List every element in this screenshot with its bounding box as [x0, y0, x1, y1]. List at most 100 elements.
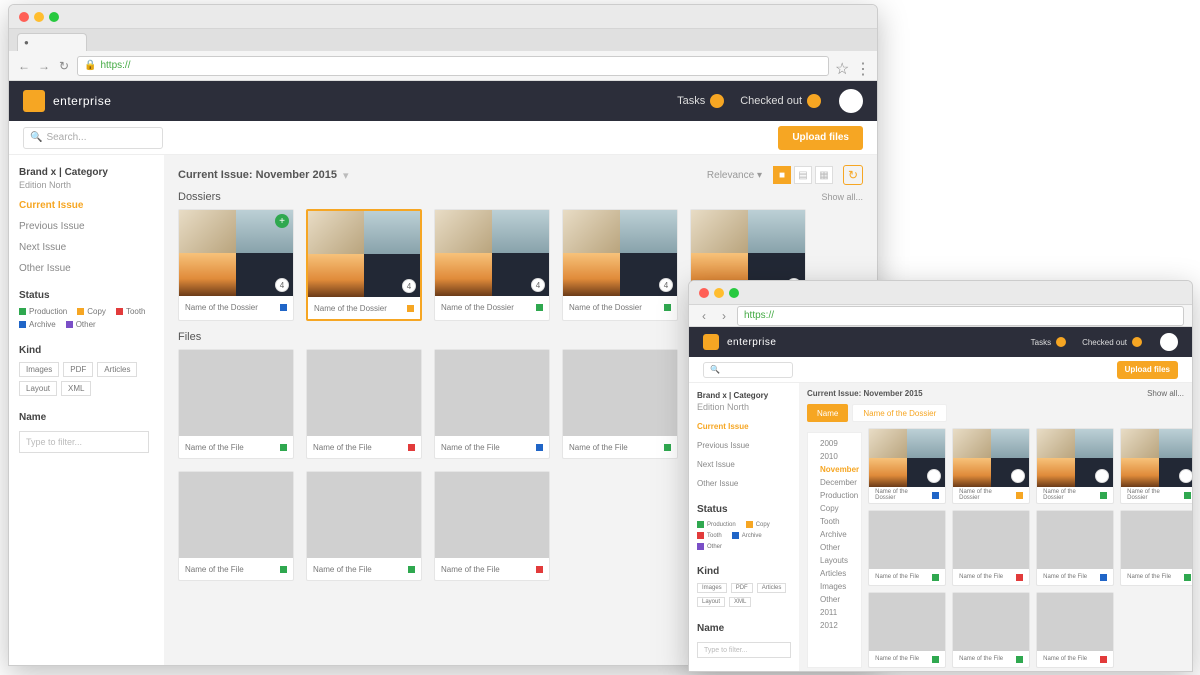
status-chip[interactable]: Other: [66, 320, 96, 329]
tree-item[interactable]: Archive: [810, 528, 859, 541]
file-card[interactable]: Name of the File: [434, 471, 550, 581]
search-input[interactable]: 🔍: [703, 362, 793, 378]
nav-tasks[interactable]: Tasks: [1031, 337, 1066, 347]
nav-forward-icon[interactable]: ›: [717, 309, 731, 323]
tree-item[interactable]: 2009: [810, 437, 859, 450]
tree-item[interactable]: December: [810, 476, 859, 489]
url-field[interactable]: https://: [737, 306, 1184, 326]
reload-icon[interactable]: ↻: [57, 59, 71, 73]
kind-chip[interactable]: XML: [61, 381, 91, 396]
sidebar-item[interactable]: Next Issue: [697, 460, 791, 469]
file-card[interactable]: Name of the File: [306, 471, 422, 581]
app-logo[interactable]: [703, 334, 719, 350]
tree-item[interactable]: Articles: [810, 567, 859, 580]
breadcrumb[interactable]: Brand x | Category: [697, 391, 791, 400]
kind-chip[interactable]: PDF: [63, 362, 93, 377]
status-chip[interactable]: Archive: [19, 320, 56, 329]
tree-item[interactable]: Images: [810, 580, 859, 593]
search-input[interactable]: 🔍 Search...: [23, 127, 163, 149]
tree-item[interactable]: Tooth: [810, 515, 859, 528]
tree-item[interactable]: Layouts: [810, 554, 859, 567]
file-card[interactable]: Name of the File: [434, 349, 550, 459]
dossier-card[interactable]: Name of the Dossier: [952, 428, 1030, 504]
tab[interactable]: Name of the Dossier: [852, 404, 947, 422]
kind-chip[interactable]: Articles: [97, 362, 137, 377]
star-icon[interactable]: ☆: [835, 59, 849, 73]
nav-checkedout[interactable]: Checked out: [740, 94, 821, 108]
upload-button[interactable]: Upload files: [1117, 361, 1178, 379]
chevron-down-icon[interactable]: ▾: [343, 169, 349, 182]
kind-chip[interactable]: Articles: [757, 583, 787, 593]
kind-chip[interactable]: Images: [697, 583, 727, 593]
view-grid-button[interactable]: ■: [773, 166, 791, 184]
tree-item[interactable]: 2012: [810, 619, 859, 632]
nav-forward-icon[interactable]: →: [37, 59, 51, 73]
sidebar-item[interactable]: Previous Issue: [19, 221, 154, 232]
filter-input[interactable]: Type to filter...: [697, 642, 791, 658]
tree-item[interactable]: Other: [810, 593, 859, 606]
url-field[interactable]: 🔒 https://: [77, 56, 829, 76]
kind-chip[interactable]: PDF: [731, 583, 753, 593]
browser-tab[interactable]: ●: [17, 33, 87, 51]
tab[interactable]: Name: [807, 404, 848, 422]
file-card[interactable]: Name of the File: [1036, 592, 1114, 668]
nav-tasks[interactable]: Tasks: [677, 94, 724, 108]
traffic-lights[interactable]: [689, 281, 749, 305]
status-chip[interactable]: Tooth: [697, 532, 722, 539]
file-card[interactable]: Name of the File: [1120, 510, 1192, 586]
dossier-card[interactable]: + 4 Name of the Dossier: [178, 209, 294, 321]
view-list-button[interactable]: ▤: [794, 166, 812, 184]
kind-chip[interactable]: Images: [19, 362, 59, 377]
dossier-card[interactable]: 4 Name of the Dossier: [562, 209, 678, 321]
tree-item[interactable]: Copy: [810, 502, 859, 515]
add-icon[interactable]: +: [275, 214, 289, 228]
tree-item[interactable]: 2011: [810, 606, 859, 619]
file-card[interactable]: Name of the File: [952, 510, 1030, 586]
file-card[interactable]: Name of the File: [1036, 510, 1114, 586]
avatar[interactable]: [1160, 333, 1178, 351]
sidebar-item[interactable]: Current Issue: [697, 422, 791, 431]
breadcrumb[interactable]: Brand x | Category: [19, 167, 154, 178]
upload-button[interactable]: Upload files: [778, 126, 863, 150]
sidebar-item[interactable]: Previous Issue: [697, 441, 791, 450]
status-chip[interactable]: Copy: [746, 521, 770, 528]
status-chip[interactable]: Copy: [77, 307, 106, 316]
file-card[interactable]: Name of the File: [562, 349, 678, 459]
sidebar-item[interactable]: Next Issue: [19, 242, 154, 253]
tree-item[interactable]: November: [810, 463, 859, 476]
traffic-lights[interactable]: [9, 5, 69, 29]
dossier-card[interactable]: 4 Name of the Dossier: [434, 209, 550, 321]
dossier-card[interactable]: Name of the Dossier: [1120, 428, 1192, 504]
file-card[interactable]: Name of the File: [178, 349, 294, 459]
status-chip[interactable]: Archive: [732, 532, 762, 539]
refresh-button[interactable]: ↻: [843, 165, 863, 185]
file-card[interactable]: Name of the File: [868, 592, 946, 668]
tree-item[interactable]: 2010: [810, 450, 859, 463]
tree-item[interactable]: Other: [810, 541, 859, 554]
sidebar-item[interactable]: Other Issue: [697, 479, 791, 488]
menu-icon[interactable]: ⋮: [855, 59, 869, 73]
browser-tabs[interactable]: ●: [9, 29, 877, 51]
nav-back-icon[interactable]: ‹: [697, 309, 711, 323]
show-all-link[interactable]: Show all...: [1147, 389, 1184, 398]
tree-item[interactable]: Production: [810, 489, 859, 502]
status-chip[interactable]: Production: [19, 307, 67, 316]
file-card[interactable]: Name of the File: [952, 592, 1030, 668]
status-chip[interactable]: Other: [697, 543, 722, 550]
view-detail-button[interactable]: ▦: [815, 166, 833, 184]
nav-back-icon[interactable]: ←: [17, 59, 31, 73]
kind-chip[interactable]: XML: [729, 597, 751, 607]
kind-chip[interactable]: Layout: [19, 381, 57, 396]
sidebar-item[interactable]: Other Issue: [19, 263, 154, 274]
sort-dropdown[interactable]: Relevance ▾: [707, 170, 762, 181]
dossier-card[interactable]: Name of the Dossier: [868, 428, 946, 504]
app-logo[interactable]: [23, 90, 45, 112]
filter-input[interactable]: Type to filter...: [19, 431, 149, 453]
dossier-card[interactable]: Name of the Dossier: [1036, 428, 1114, 504]
file-card[interactable]: Name of the File: [868, 510, 946, 586]
file-card[interactable]: Name of the File: [178, 471, 294, 581]
dossier-card[interactable]: 4 Name of the Dossier: [306, 209, 422, 321]
kind-chip[interactable]: Layout: [697, 597, 725, 607]
status-chip[interactable]: Production: [697, 521, 736, 528]
avatar[interactable]: [839, 89, 863, 113]
